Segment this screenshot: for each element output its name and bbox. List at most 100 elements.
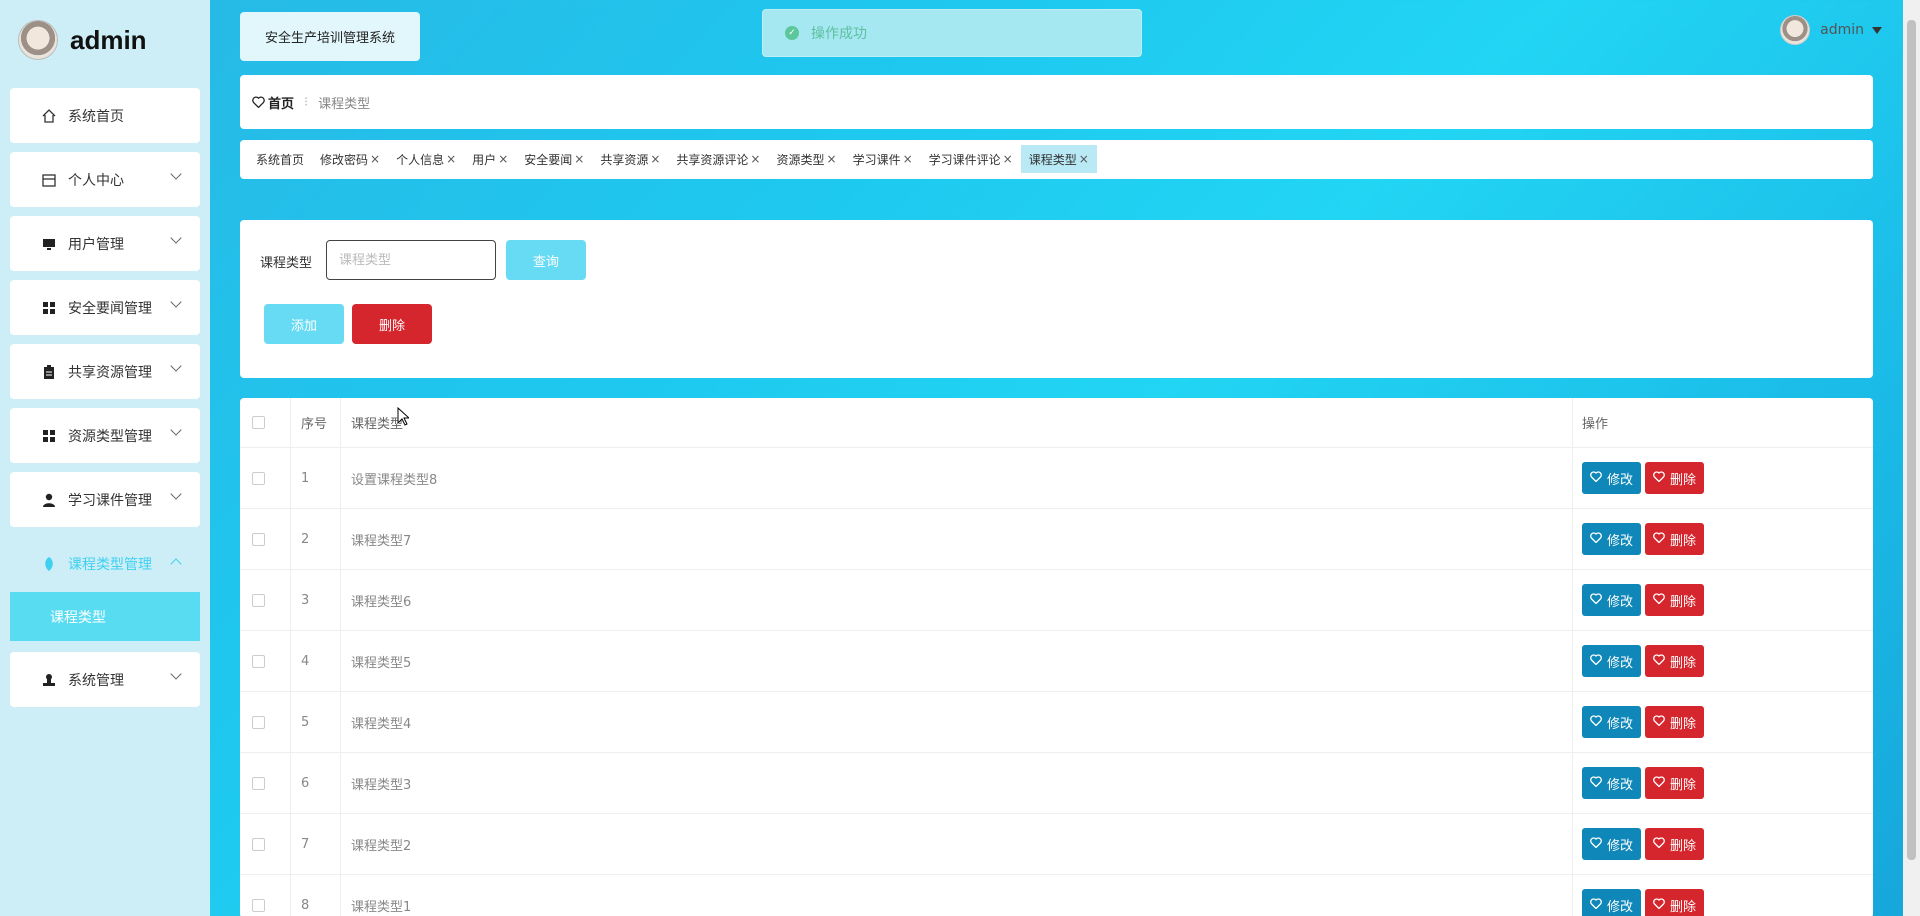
batch-delete-button[interactable]: 删除 <box>352 304 432 344</box>
tab-label: 用户 <box>472 152 497 167</box>
row-checkbox[interactable] <box>252 654 265 668</box>
row-index: 2 <box>301 531 310 547</box>
heart-icon <box>1653 470 1665 486</box>
row-checkbox[interactable] <box>252 532 265 546</box>
search-panel: 课程类型 查询 添加 删除 <box>240 220 1873 378</box>
edit-button[interactable]: 修改 <box>1582 523 1642 555</box>
delete-button[interactable]: 删除 <box>1645 828 1705 860</box>
user-menu[interactable]: admin <box>1780 14 1882 46</box>
close-icon[interactable]: × <box>446 152 456 166</box>
edit-button[interactable]: 修改 <box>1582 706 1642 738</box>
row-checkbox[interactable] <box>252 715 265 729</box>
scrollbar[interactable] <box>1903 0 1920 916</box>
heart-icon <box>252 96 265 108</box>
row-operations: 修改 删除 <box>1582 631 1708 691</box>
row-index: 8 <box>301 897 310 913</box>
tab-4[interactable]: 安全要闻 × <box>516 145 592 173</box>
edit-button[interactable]: 修改 <box>1582 767 1642 799</box>
delete-button[interactable]: 删除 <box>1645 523 1705 555</box>
row-checkbox[interactable] <box>252 776 265 790</box>
sidebar-item-0[interactable]: 系统首页 <box>10 88 200 143</box>
tab-2[interactable]: 个人信息 × <box>388 145 464 173</box>
sidebar-item-7[interactable]: 课程类型管理 <box>10 536 200 591</box>
scrollbar-thumb[interactable] <box>1907 20 1916 860</box>
tab-6[interactable]: 共享资源评论 × <box>668 145 768 173</box>
edit-label: 修改 <box>1607 533 1634 549</box>
delete-button[interactable]: 删除 <box>1645 584 1705 616</box>
edit-label: 修改 <box>1607 716 1634 732</box>
close-icon[interactable]: × <box>370 152 380 166</box>
edit-button[interactable]: 修改 <box>1582 889 1642 916</box>
close-icon[interactable]: × <box>498 152 508 166</box>
system-title[interactable]: 安全生产培训管理系统 <box>240 12 420 61</box>
sidebar-item-label: 课程类型管理 <box>68 556 152 573</box>
search-input[interactable] <box>326 240 496 280</box>
delete-label: 删除 <box>1670 533 1697 549</box>
tab-5[interactable]: 共享资源 × <box>592 145 668 173</box>
sidebar-item-3[interactable]: 安全要闻管理 <box>10 280 200 335</box>
stamp-icon <box>40 671 58 689</box>
delete-button[interactable]: 删除 <box>1645 706 1705 738</box>
toast-text: 操作成功 <box>811 26 867 42</box>
close-icon[interactable]: × <box>650 152 660 166</box>
tab-1[interactable]: 修改密码 × <box>312 145 388 173</box>
user-avatar <box>1780 15 1811 45</box>
sidebar-item-1[interactable]: 个人中心 <box>10 152 200 207</box>
delete-button[interactable]: 删除 <box>1645 889 1705 916</box>
delete-button[interactable]: 删除 <box>1645 462 1705 494</box>
tab-8[interactable]: 学习课件 × <box>845 145 921 173</box>
heart-icon <box>1653 592 1665 608</box>
edit-button[interactable]: 修改 <box>1582 584 1642 616</box>
row-operations: 修改 删除 <box>1582 448 1708 508</box>
tab-7[interactable]: 资源类型 × <box>768 145 844 173</box>
row-checkbox[interactable] <box>252 471 265 485</box>
delete-label: 删除 <box>1670 777 1697 793</box>
tab-3[interactable]: 用户 × <box>464 145 516 173</box>
edit-button[interactable]: 修改 <box>1582 462 1642 494</box>
select-all-checkbox[interactable] <box>252 416 265 429</box>
close-icon[interactable]: × <box>903 152 913 166</box>
delete-label: 删除 <box>1670 655 1697 671</box>
row-checkbox[interactable] <box>252 898 265 912</box>
row-checkbox[interactable] <box>252 593 265 607</box>
tab-0[interactable]: 系统首页 <box>248 145 312 173</box>
delete-label: 删除 <box>1670 899 1697 915</box>
row-name: 课程类型1 <box>351 899 412 915</box>
heart-icon <box>1590 592 1602 608</box>
sidebar-item-4[interactable]: 共享资源管理 <box>10 344 200 399</box>
sidebar-item-2[interactable]: 用户管理 <box>10 216 200 271</box>
close-icon[interactable]: × <box>1079 152 1089 166</box>
edit-button[interactable]: 修改 <box>1582 645 1642 677</box>
edit-button[interactable]: 修改 <box>1582 828 1642 860</box>
row-operations: 修改 删除 <box>1582 753 1708 813</box>
heart-icon <box>1653 653 1665 669</box>
delete-button[interactable]: 删除 <box>1645 767 1705 799</box>
breadcrumb: 首页 ⁝ 课程类型 <box>240 75 1873 129</box>
row-checkbox[interactable] <box>252 837 265 851</box>
close-icon[interactable]: × <box>1003 152 1013 166</box>
chevron-down-icon <box>170 168 182 180</box>
breadcrumb-home-label: 首页 <box>268 96 295 112</box>
tab-9[interactable]: 学习课件评论 × <box>921 145 1021 173</box>
submenu-item-course-type[interactable]: 课程类型 <box>10 592 200 641</box>
row-name: 课程类型4 <box>351 716 412 732</box>
tab-10[interactable]: 课程类型 × <box>1020 145 1097 173</box>
breadcrumb-home[interactable]: 首页 <box>252 93 294 112</box>
close-icon[interactable]: × <box>827 152 837 166</box>
query-button[interactable]: 查询 <box>506 240 586 280</box>
heart-icon <box>1590 470 1602 486</box>
sidebar-item-5[interactable]: 资源类型管理 <box>10 408 200 463</box>
sidebar-item-label: 学习课件管理 <box>68 492 152 509</box>
breadcrumb-separator: ⁝ <box>304 94 309 110</box>
sidebar-item-6[interactable]: 学习课件管理 <box>10 472 200 527</box>
delete-label: 删除 <box>1670 838 1697 854</box>
table-row: 5 课程类型4 修改 删除 <box>240 692 1873 753</box>
close-icon[interactable]: × <box>750 152 760 166</box>
sidebar-item-8[interactable]: 系统管理 <box>10 652 200 707</box>
add-button[interactable]: 添加 <box>264 304 344 344</box>
delete-button[interactable]: 删除 <box>1645 645 1705 677</box>
edit-label: 修改 <box>1607 899 1634 915</box>
row-name: 课程类型7 <box>351 533 412 549</box>
heart-icon <box>1653 897 1665 913</box>
close-icon[interactable]: × <box>574 152 584 166</box>
